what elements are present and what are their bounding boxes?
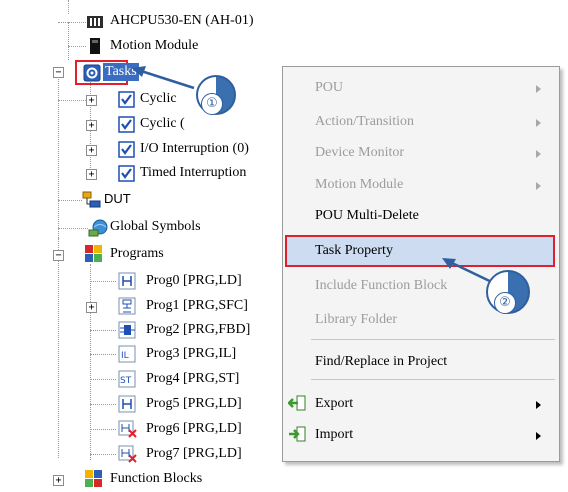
tree-item-global-symbols[interactable]: Global Symbols	[110, 218, 201, 236]
tree-item-task-3[interactable]: Timed Interruption	[140, 164, 246, 182]
menu-item-export[interactable]: Export	[283, 389, 559, 419]
motion-module-icon	[90, 38, 100, 54]
tree-line	[68, 46, 86, 47]
expand-function-blocks-toggle[interactable]: +	[53, 475, 64, 486]
tree-line	[58, 200, 82, 201]
callout-step-2: ②	[486, 270, 530, 314]
callout-step-1: ①	[196, 75, 236, 115]
submenu-arrow-icon	[536, 119, 541, 127]
tree-item-cpu[interactable]: AHCPU530-EN (AH-01)	[110, 12, 254, 30]
menu-item-label: Export	[315, 396, 354, 411]
programs-icon	[85, 245, 102, 262]
tree-line	[68, 0, 69, 14]
expand-task-3-toggle[interactable]: +	[86, 169, 97, 180]
tree-line	[90, 404, 116, 405]
submenu-arrow-icon	[536, 182, 541, 190]
ld-program-icon	[118, 272, 136, 290]
submenu-arrow-icon	[536, 432, 541, 440]
import-icon	[289, 426, 306, 442]
menu-item-label: POU Multi-Delete	[315, 208, 419, 223]
expand-task-1-toggle[interactable]: +	[86, 120, 97, 131]
ld-program-disabled-icon	[118, 445, 137, 463]
tree-item-task-2[interactable]: I/O Interruption (0)	[140, 140, 249, 158]
function-blocks-icon	[85, 470, 102, 487]
tree-line	[90, 429, 116, 430]
tree-line	[58, 22, 86, 23]
tasks-icon	[83, 64, 101, 82]
tree-item-program-1[interactable]: Prog1 [PRG,SFC]	[146, 297, 248, 315]
global-symbols-icon	[88, 219, 108, 237]
expand-task-0-toggle[interactable]: +	[86, 95, 97, 106]
menu-item-find-replace[interactable]: Find/Replace in Project	[283, 347, 559, 377]
il-program-icon: IL	[118, 345, 136, 363]
plc-cpu-icon	[87, 16, 103, 28]
tree-line	[90, 354, 116, 355]
menu-item-device-monitor[interactable]: Device Monitor	[283, 138, 559, 168]
menu-item-label: Import	[315, 427, 354, 442]
tree-item-program-2[interactable]: Prog2 [PRG,FBD]	[146, 321, 250, 339]
fbd-program-icon	[118, 321, 136, 339]
ld-program-disabled-icon	[118, 420, 137, 438]
tree-item-program-4[interactable]: Prog4 [PRG,ST]	[146, 370, 239, 388]
menu-item-pou-multi-delete[interactable]: POU Multi-Delete	[283, 201, 559, 231]
menu-item-label: Include Function Block	[315, 278, 448, 293]
menu-separator	[311, 379, 555, 380]
menu-item-motion-module[interactable]: Motion Module	[283, 170, 559, 200]
tree-item-task-1[interactable]: Cyclic (	[140, 115, 185, 133]
menu-item-action-transition[interactable]: Action/Transition	[283, 107, 559, 137]
checkbox-icon[interactable]	[118, 141, 136, 159]
tree-item-programs[interactable]: Programs	[110, 245, 164, 263]
tree-line	[68, 46, 69, 60]
callout-step-1-number: ①	[201, 93, 223, 115]
submenu-arrow-icon	[536, 85, 541, 93]
menu-item-label: POU	[315, 80, 344, 95]
menu-item-label: Library Folder	[315, 312, 398, 327]
tree-item-program-6[interactable]: Prog6 [PRG,LD]	[146, 420, 242, 438]
svg-text:IL: IL	[121, 351, 129, 361]
tree-line	[58, 228, 88, 229]
tree-line	[90, 454, 116, 455]
collapse-tasks-toggle[interactable]: −	[53, 67, 64, 78]
tree-item-program-5[interactable]: Prog5 [PRG,LD]	[146, 395, 242, 413]
checkbox-icon[interactable]	[118, 165, 136, 183]
menu-item-pou[interactable]: POU	[283, 73, 559, 103]
sfc-program-icon	[118, 297, 136, 315]
expand-program-1-toggle[interactable]: +	[86, 302, 97, 313]
tree-item-program-0[interactable]: Prog0 [PRG,LD]	[146, 272, 242, 290]
menu-separator	[311, 339, 555, 340]
tree-item-motion-module[interactable]: Motion Module	[110, 37, 198, 55]
tree-line	[90, 379, 116, 380]
tree-item-function-blocks[interactable]: Function Blocks	[110, 470, 202, 488]
export-icon	[288, 395, 306, 411]
collapse-programs-toggle[interactable]: −	[53, 250, 64, 261]
tree-line	[90, 281, 116, 282]
checkbox-icon[interactable]	[118, 116, 136, 134]
dut-icon	[82, 191, 101, 208]
submenu-arrow-icon	[536, 150, 541, 158]
tree-item-dut[interactable]: DUT	[104, 190, 131, 208]
menu-item-label: Find/Replace in Project	[315, 354, 448, 369]
tree-line	[58, 238, 59, 458]
submenu-arrow-icon	[536, 401, 541, 409]
tree-item-program-3[interactable]: Prog3 [PRG,IL]	[146, 345, 236, 363]
ld-program-icon	[118, 395, 136, 413]
st-program-icon: ST	[118, 370, 136, 388]
menu-item-label: Action/Transition	[315, 114, 415, 129]
tree-line	[90, 264, 91, 460]
menu-item-label: Task Property	[315, 243, 393, 258]
tree-line	[68, 22, 69, 46]
tree-item-program-7[interactable]: Prog7 [PRG,LD]	[146, 445, 242, 463]
menu-item-label: Motion Module	[315, 177, 404, 192]
tree-line	[90, 330, 116, 331]
menu-item-label: Device Monitor	[315, 145, 405, 160]
callout-step-2-number: ②	[494, 292, 516, 314]
svg-text:ST: ST	[120, 376, 132, 386]
menu-item-import[interactable]: Import	[283, 420, 559, 450]
expand-task-2-toggle[interactable]: +	[86, 145, 97, 156]
